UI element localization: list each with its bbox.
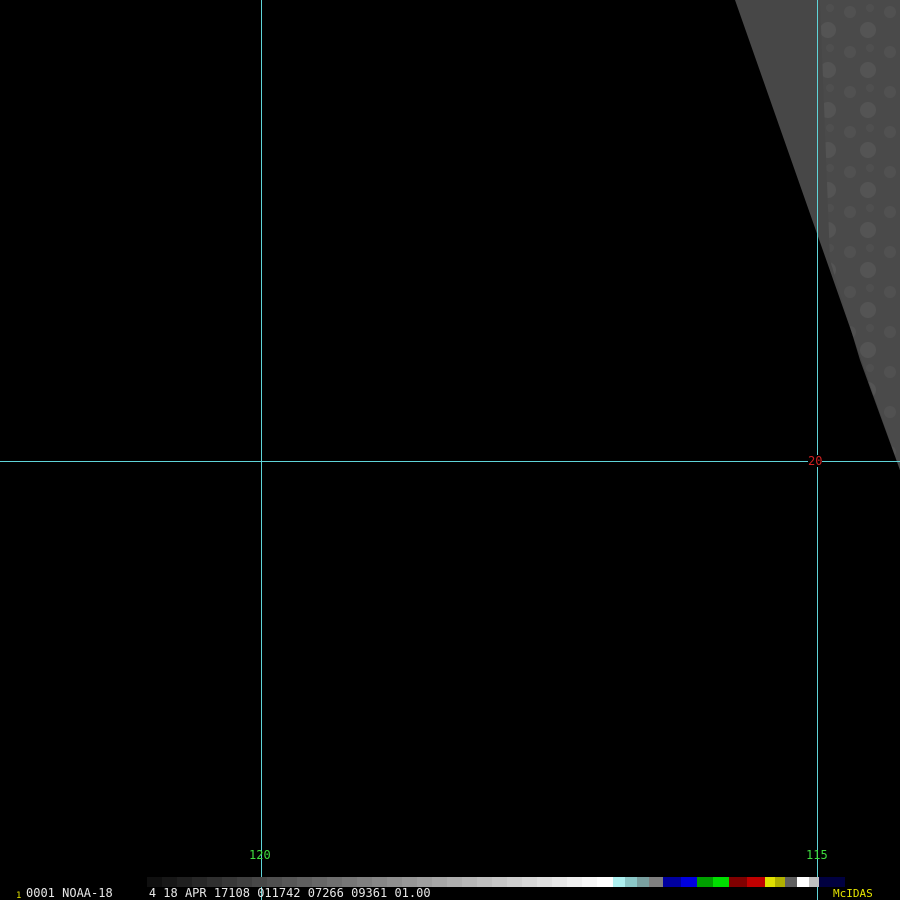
color-scale-segment [819,877,845,887]
cloud-texture [820,0,900,470]
color-scale-segment [567,877,582,887]
color-scale-segment [809,877,819,887]
color-scale-segment [681,877,697,887]
color-scale-segment [582,877,597,887]
color-scale-segment [552,877,567,887]
latitude-line-20 [0,461,900,462]
color-scale-segment [613,877,625,887]
color-scale-segment [775,877,785,887]
longitude-line-115 [817,0,818,900]
color-scale-segment [797,877,809,887]
image-metadata-text: 0001 NOAA-18 4 18 APR 17108 011742 07266… [26,886,431,900]
color-scale-segment [522,877,537,887]
color-scale-segment [597,877,613,887]
satellite-image-display: 120 115 20 1 0001 NOAA-18 4 18 APR 17108… [0,0,900,900]
latitude-label-20: 20 [808,454,823,468]
color-scale-segment [747,877,765,887]
longitude-label-115: 115 [806,848,828,862]
color-scale-segment [637,877,649,887]
color-scale-segment [432,877,447,887]
color-scale-segment [785,877,797,887]
color-scale-segment [492,877,507,887]
frame-number: 1 [16,891,22,900]
color-scale-segment [447,877,462,887]
color-scale-segment [477,877,492,887]
image-info-bar: 1 0001 NOAA-18 4 18 APR 17108 011742 072… [0,887,900,900]
color-scale-segment [507,877,522,887]
satellite-swath [735,0,900,470]
longitude-label-120: 120 [249,848,271,862]
longitude-line-120 [261,0,262,900]
color-scale-segment [537,877,552,887]
color-scale-segment [625,877,637,887]
mcidas-brand-label: McIDAS [833,887,873,900]
color-scale-segment [765,877,775,887]
color-scale-segment [729,877,747,887]
color-scale-segment [713,877,729,887]
color-scale-segment [697,877,713,887]
color-scale-segment [663,877,681,887]
color-scale-segment [649,877,663,887]
color-scale-segment [462,877,477,887]
